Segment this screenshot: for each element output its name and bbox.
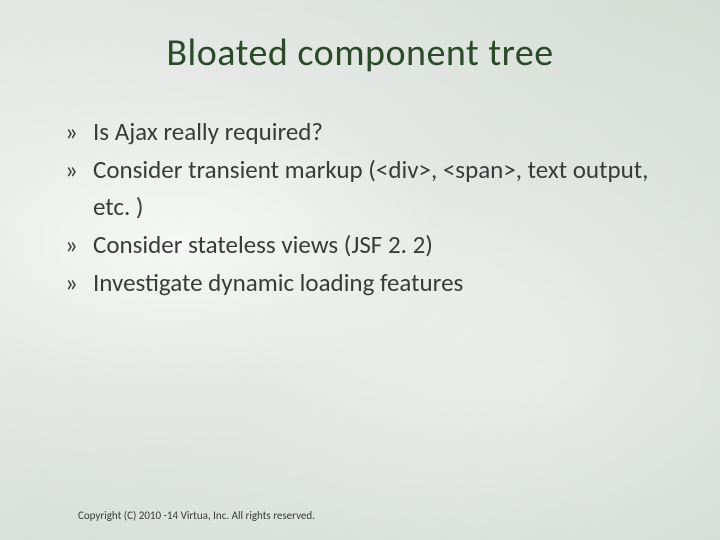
bullet-item: Is Ajax really required? <box>65 114 665 150</box>
copyright-text: Copyright (C) 2010 -14 Virtua, Inc. All … <box>78 509 315 522</box>
bullet-list: Is Ajax really required? Consider transi… <box>55 114 665 301</box>
bullet-item: Investigate dynamic loading features <box>65 265 665 301</box>
slide-title: Bloated component tree <box>55 30 665 76</box>
slide-container: Bloated component tree Is Ajax really re… <box>0 0 720 540</box>
bullet-item: Consider stateless views (JSF 2. 2) <box>65 227 665 263</box>
bullet-item: Consider transient markup (<div>, <span>… <box>65 152 665 225</box>
